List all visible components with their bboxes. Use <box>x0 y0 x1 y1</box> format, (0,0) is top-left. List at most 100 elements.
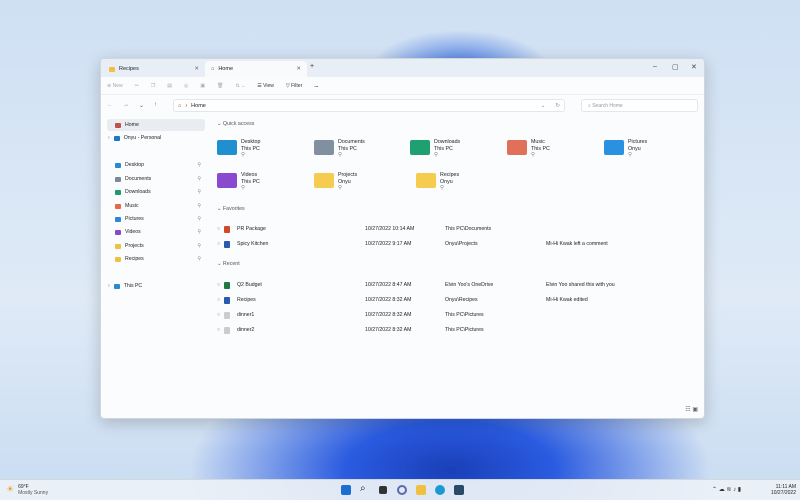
search-input[interactable]: ⌕ Search Home <box>581 99 698 112</box>
address-path: Home <box>191 102 206 109</box>
status-bar: ☷ ▣ <box>101 406 704 418</box>
file-row[interactable]: ○ Q2 Budget 10/27/2022 8:47 AM Elvin Yoo's … <box>217 280 704 292</box>
rename-icon[interactable]: ◎ <box>184 83 188 89</box>
chevron-down-icon[interactable]: ⌄ <box>541 103 546 109</box>
sort-icon[interactable]: ⇅ ⌄ <box>236 83 246 89</box>
tab-label: Recipes <box>119 66 139 72</box>
quick-access-item[interactable]: Documents This PC ⚲ <box>314 139 365 159</box>
file-icon <box>224 282 230 289</box>
sidebar-item[interactable]: Documents ⚲ <box>107 173 205 185</box>
file-location: This PC\Pictures <box>445 312 484 318</box>
new-tab-button[interactable]: + <box>310 63 314 70</box>
quick-access-item[interactable]: Pictures Onyu ⚲ <box>604 139 647 159</box>
filter-button[interactable]: ▽ Filter <box>286 83 302 89</box>
file-explorer-icon[interactable] <box>416 485 426 495</box>
file-explorer-window: Recipes ✕ ⌂ Home ✕ + – ▢ ✕ ⊕ New ✂ ❐ ▤ ◎ ▣ 🗑 ⇅ ⌄ … <box>100 58 705 419</box>
close-tab-icon[interactable]: ✕ <box>194 66 199 72</box>
chevron-up-icon[interactable]: ⌃ <box>712 487 717 493</box>
clock[interactable]: 11:11 AM 10/27/2022 <box>771 484 796 496</box>
file-date: 10/27/2022 8:47 AM <box>365 282 412 288</box>
sidebar-item[interactable]: › This PC <box>107 280 205 292</box>
sidebar-item[interactable]: Desktop ⚲ <box>107 159 205 171</box>
volume-icon: ♪ <box>733 487 737 493</box>
file-row[interactable]: ○ Spicy Kitchen 10/27/2022 9:17 AM Onyu\Pro… <box>217 239 704 251</box>
chat-icon[interactable] <box>397 485 407 495</box>
file-row[interactable]: ○ dinner1 10/27/2022 8:32 AM This PC\Pictur… <box>217 310 704 322</box>
quick-access-item[interactable]: Downloads This PC ⚲ <box>410 139 460 159</box>
file-activity: Mi-Hi Kwak left a comment <box>546 241 608 247</box>
search-icon[interactable]: ⌕ <box>360 483 370 494</box>
quick-access-item[interactable]: Videos This PC ⚲ <box>217 172 260 192</box>
tab-bar: Recipes ✕ ⌂ Home ✕ + – ▢ ✕ <box>101 59 704 77</box>
quick-access-item[interactable]: Desktop This PC ⚲ <box>217 139 260 159</box>
favorites-header[interactable]: ⌄ Favorites <box>217 206 245 212</box>
close-tab-icon[interactable]: ✕ <box>296 66 301 72</box>
minimize-button[interactable]: – <box>653 63 657 70</box>
file-name: PR Package <box>237 226 266 232</box>
pin-icon: ⚲ <box>197 216 201 222</box>
more-button[interactable]: ... <box>314 83 318 89</box>
delete-icon[interactable]: 🗑 <box>217 83 223 89</box>
maximize-button[interactable]: ▢ <box>672 63 679 71</box>
sidebar-item[interactable]: Music ⚲ <box>107 200 205 212</box>
sidebar-item[interactable]: Home <box>107 119 205 131</box>
sidebar-item[interactable]: Recipes ⚲ <box>107 253 205 265</box>
expand-chevron-icon[interactable]: › <box>108 283 110 289</box>
file-icon <box>224 297 230 304</box>
copy-icon[interactable]: ❐ <box>151 83 155 89</box>
recent-header[interactable]: ⌄ Recent <box>217 261 240 267</box>
sidebar-item[interactable]: Videos ⚲ <box>107 226 205 238</box>
weather-widget[interactable]: ☀ 69°F Mostly Sunny <box>6 484 48 496</box>
pin-icon: ⚲ <box>434 152 438 158</box>
start-icon[interactable] <box>341 485 351 495</box>
home-icon: ⌂ <box>178 102 182 109</box>
sidebar-item[interactable]: Pictures ⚲ <box>107 213 205 225</box>
item-name: Documents <box>338 139 365 145</box>
quick-access-item[interactable]: Music This PC ⚲ <box>507 139 550 159</box>
tab-home[interactable]: ⌂ Home ✕ <box>205 61 307 77</box>
section-title: Recent <box>222 261 240 267</box>
forward-icon[interactable]: → <box>123 102 129 108</box>
new-button[interactable]: ⊕ New <box>107 83 123 89</box>
sidebar-item[interactable]: › Onyu - Personal <box>107 132 205 144</box>
edge-icon[interactable] <box>435 485 445 495</box>
paste-icon[interactable]: ▤ <box>167 83 172 89</box>
quick-access-item[interactable]: Projects Onyu ⚲ <box>314 172 357 192</box>
tab-recipes[interactable]: Recipes ✕ <box>103 61 205 77</box>
store-icon[interactable] <box>454 485 464 495</box>
file-date: 10/27/2022 8:32 AM <box>365 312 412 318</box>
sidebar-item-label: Projects <box>125 243 144 249</box>
pin-icon: ⚲ <box>338 152 342 158</box>
file-name: Spicy Kitchen <box>237 241 269 247</box>
cut-icon[interactable]: ✂ <box>135 83 139 89</box>
quick-access-header[interactable]: ⌄ Quick access <box>217 121 254 127</box>
address-bar[interactable]: ⌂ › Home ⌄ ↻ <box>173 99 565 112</box>
expand-chevron-icon[interactable]: › <box>108 135 110 141</box>
refresh-icon[interactable]: ↻ <box>555 103 560 109</box>
pin-icon: ⚲ <box>197 243 201 249</box>
up-icon[interactable]: ↑ <box>154 102 157 108</box>
sidebar-item[interactable]: Downloads ⚲ <box>107 186 205 198</box>
sidebar-item-label: Home <box>125 122 139 128</box>
file-location: This PC\Documents <box>445 226 492 232</box>
close-button[interactable]: ✕ <box>691 63 697 71</box>
recent-locations-icon[interactable]: ⌄ <box>139 102 144 109</box>
view-button[interactable]: ☰ View <box>257 83 274 89</box>
file-date: 10/27/2022 8:32 AM <box>365 327 412 333</box>
task-view-icon[interactable] <box>379 486 387 494</box>
sidebar-item-label: Documents <box>125 176 152 182</box>
share-icon[interactable]: ▣ <box>200 83 205 89</box>
back-icon[interactable]: ← <box>107 102 113 108</box>
file-date: 10/27/2022 10:14 AM <box>365 226 415 232</box>
file-row[interactable]: ○ dinner2 10/27/2022 8:32 AM This PC\Pictur… <box>217 325 704 337</box>
sidebar-item[interactable]: Projects ⚲ <box>107 240 205 252</box>
content-area: ⌄ Quick access ⌄ Favorites ⌄ Recent Desk… <box>211 117 704 406</box>
tiles-view-icon[interactable]: ▣ <box>692 407 698 413</box>
system-tray[interactable]: ⌃ ☁ ≋ ♪ ▮ <box>712 486 741 493</box>
details-view-icon[interactable]: ☷ <box>685 407 690 413</box>
file-row[interactable]: ○ Recipes 10/27/2022 8:32 AM Onyu\Recipes Mi… <box>217 295 704 307</box>
quick-access-item[interactable]: Recipes Onyu ⚲ <box>416 172 459 192</box>
sidebar-item-label: Pictures <box>125 216 144 222</box>
folder-icon <box>410 140 430 155</box>
file-row[interactable]: ○ PR Package 10/27/2022 10:14 AM This PC\Do… <box>217 224 704 236</box>
